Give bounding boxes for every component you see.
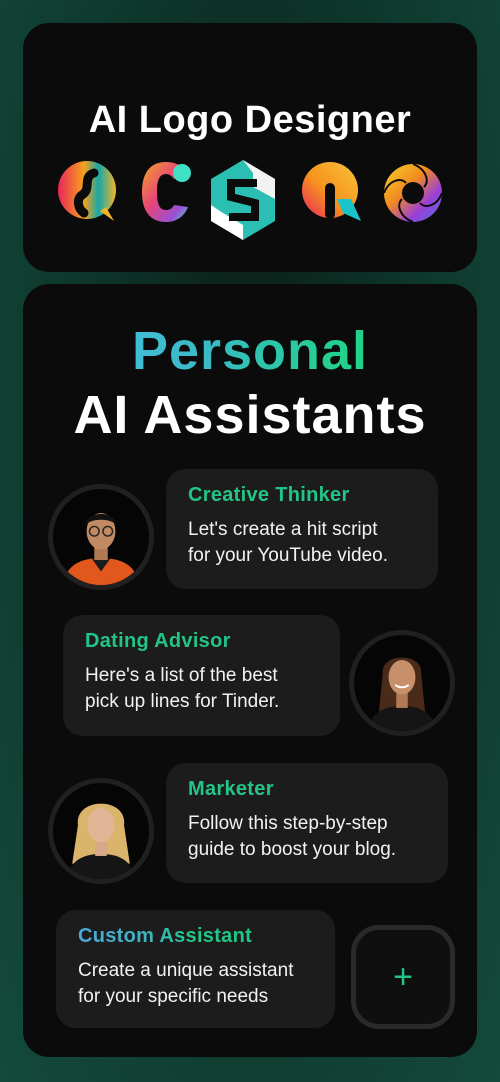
assistant-message-line2: guide to boost your blog. bbox=[188, 839, 397, 860]
swirl-logo-icon bbox=[383, 163, 443, 223]
s-hexagon-logo-icon bbox=[211, 160, 275, 240]
assistants-card: Personal AI Assistants Creative Thinker … bbox=[23, 284, 477, 1057]
woman-blonde-avatar-icon bbox=[53, 783, 149, 879]
assistant-message-line1: Let's create a hit script bbox=[188, 519, 378, 540]
assistant-name: Dating Advisor bbox=[85, 630, 231, 652]
custom-message-line2: for your specific needs bbox=[78, 986, 269, 1007]
creative-thinker-avatar[interactable] bbox=[48, 484, 154, 590]
assistant-card-dating-advisor[interactable]: Dating Advisor Here's a list of the best… bbox=[63, 615, 340, 736]
heading-ai-assistants: AI Assistants bbox=[73, 385, 427, 445]
assistant-name: Creative Thinker bbox=[188, 484, 350, 506]
logo-designer-card[interactable]: AI Logo Designer bbox=[23, 23, 477, 272]
add-custom-assistant-button[interactable]: + bbox=[351, 925, 455, 1029]
assistant-message-line2: for your YouTube video. bbox=[188, 545, 388, 566]
q-bubble-logo-icon bbox=[302, 162, 361, 221]
man-orange-jacket-avatar-icon bbox=[53, 489, 149, 585]
c-gradient-logo-icon bbox=[142, 162, 191, 222]
custom-assistant-name: Custom Assistant bbox=[78, 925, 253, 947]
marketer-avatar[interactable] bbox=[48, 778, 154, 884]
assistant-name: Marketer bbox=[188, 778, 274, 800]
plus-icon: + bbox=[393, 957, 413, 996]
dating-advisor-avatar[interactable] bbox=[349, 630, 455, 736]
assistant-message-line1: Here's a list of the best bbox=[85, 665, 278, 686]
assistant-card-custom[interactable]: Custom Assistant Create a unique assista… bbox=[56, 910, 335, 1028]
assistant-card-marketer[interactable]: Marketer Follow this step-by-step guide … bbox=[166, 763, 448, 883]
logo-designer-title: AI Logo Designer bbox=[88, 99, 412, 141]
assistant-card-creative-thinker[interactable]: Creative Thinker Let's create a hit scri… bbox=[166, 469, 438, 589]
q-chat-logo-icon bbox=[58, 161, 116, 221]
assistant-message-line2: pick up lines for Tinder. bbox=[85, 691, 280, 712]
assistant-message-line1: Follow this step-by-step bbox=[188, 813, 388, 834]
custom-message-line1: Create a unique assistant bbox=[78, 960, 294, 981]
logo-samples bbox=[56, 159, 444, 241]
woman-brunette-avatar-icon bbox=[354, 635, 450, 731]
heading-personal: Personal bbox=[23, 320, 477, 382]
